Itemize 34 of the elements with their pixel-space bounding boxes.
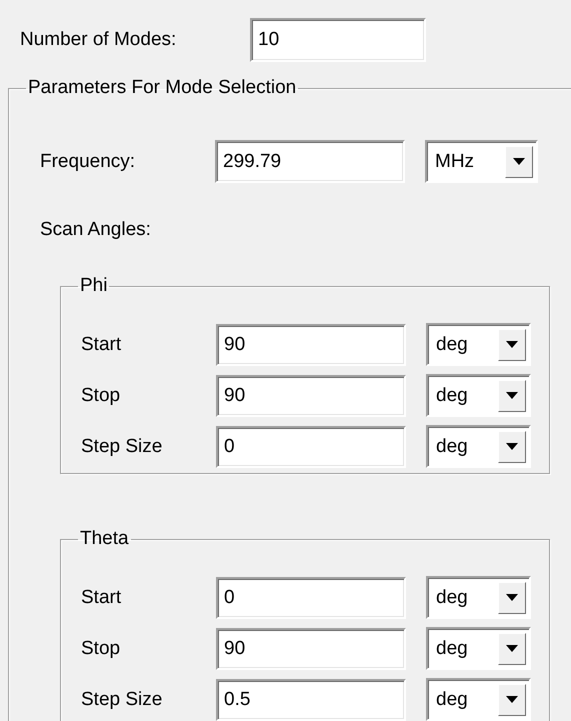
input-field[interactable]: 10: [250, 18, 426, 62]
unit-dropdown[interactable]: deg: [426, 678, 531, 721]
field-label: Frequency:: [40, 150, 136, 172]
caret-icon: [513, 158, 525, 165]
input-field[interactable]: 0.5: [216, 678, 406, 720]
caret-icon: [506, 443, 518, 450]
section-label: Scan Angles:: [40, 219, 152, 241]
field-label: Step Size: [81, 436, 164, 458]
unit-dropdown[interactable]: deg: [426, 323, 531, 366]
input-field[interactable]: 299.79: [215, 140, 405, 183]
field-label: Number of Modes:: [20, 29, 178, 51]
caret-icon: [506, 594, 518, 601]
field-label: Start: [81, 334, 122, 356]
unit-dropdown[interactable]: deg: [426, 576, 531, 619]
input-field[interactable]: 0: [216, 576, 406, 618]
field-label: Stop: [81, 384, 122, 406]
input-field[interactable]: 0: [216, 426, 406, 468]
group-title: Parameters For Mode Selection: [27, 77, 298, 99]
field-label: Step Size: [81, 688, 164, 710]
field-label: Stop: [81, 638, 122, 660]
caret-icon: [506, 696, 518, 703]
group-title: Theta: [79, 528, 130, 550]
unit-dropdown[interactable]: deg: [426, 627, 531, 670]
unit-dropdown[interactable]: deg: [426, 425, 531, 468]
caret-icon: [506, 645, 518, 652]
unit-dropdown[interactable]: deg: [426, 374, 531, 417]
input-field[interactable]: 90: [216, 374, 406, 416]
caret-icon: [506, 392, 518, 399]
field-label: Start: [81, 586, 122, 608]
input-field[interactable]: 90: [216, 324, 406, 366]
group-title: Phi: [79, 275, 108, 297]
caret-icon: [506, 341, 518, 348]
input-field[interactable]: 90: [216, 628, 406, 670]
unit-dropdown[interactable]: MHz: [425, 140, 538, 183]
